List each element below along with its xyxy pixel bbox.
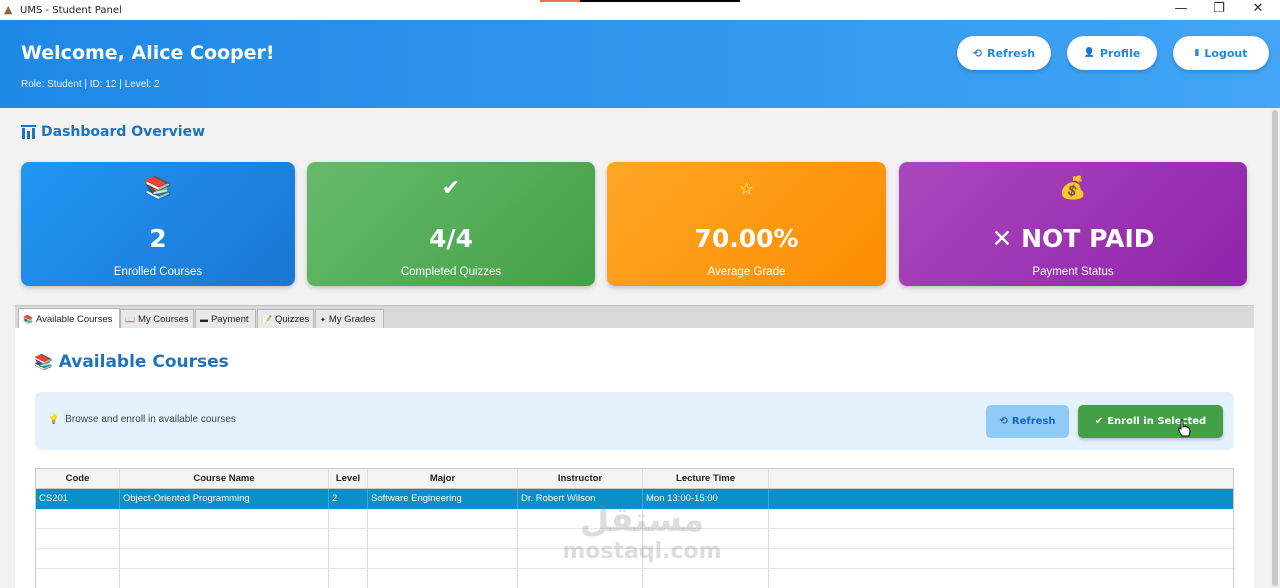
refresh-icon: ⟲ xyxy=(972,46,983,60)
card-label: Completed Quizzes xyxy=(400,266,502,278)
restore-button[interactable]: ❐ xyxy=(1201,0,1237,20)
card-payment-status: 💰 ✕ NOT PAID Payment Status xyxy=(899,162,1247,286)
tab-quizzes[interactable]: 📝 Quizzes xyxy=(257,309,314,329)
dashboard-title-text: Dashboard Overview xyxy=(41,124,206,140)
cell-code: CS201 xyxy=(36,489,120,509)
cell-major: Software Engineering xyxy=(368,489,518,509)
col-header-filler xyxy=(769,469,1233,489)
checkmark-icon: ✔ xyxy=(1094,416,1104,427)
close-button[interactable]: ✕ xyxy=(1240,0,1276,20)
col-header-course-name[interactable]: Course Name xyxy=(120,469,329,489)
tab-bar: 📚 Available Courses 📖 My Courses ▬ Payme… xyxy=(15,305,1254,329)
watermark-url: mostaql.com xyxy=(562,539,722,564)
vertical-scrollbar[interactable] xyxy=(1270,108,1280,588)
col-header-code[interactable]: Code xyxy=(36,469,120,489)
header-refresh-button[interactable]: ⟲ Refresh xyxy=(957,36,1051,70)
star-icon: ☆ xyxy=(739,179,754,198)
window-title-bar: ▲ UMS - Student Panel — ❐ ✕ xyxy=(0,0,1280,20)
welcome-header: Welcome, Alice Cooper! Role: Student | I… xyxy=(0,20,1280,108)
tab-label: Available Courses xyxy=(35,313,113,325)
tab-my-courses[interactable]: 📖 My Courses xyxy=(120,309,194,329)
profile-label: Profile xyxy=(1099,46,1141,60)
scrollbar-thumb[interactable] xyxy=(1272,110,1278,586)
chart-bars-icon xyxy=(21,125,36,139)
title-progress-strip xyxy=(540,0,740,2)
logout-label: Logout xyxy=(1204,46,1248,60)
window-title: UMS - Student Panel xyxy=(20,4,122,16)
header-refresh-label: Refresh xyxy=(987,46,1036,60)
card-value: ✕ NOT PAID xyxy=(991,224,1155,253)
card-completed-quizzes: ✔ 4/4 Completed Quizzes xyxy=(307,162,595,286)
col-header-lecture-time[interactable]: Lecture Time xyxy=(643,469,769,489)
card-value: 2 xyxy=(149,224,167,253)
checkmark-icon: ✔ xyxy=(441,176,461,201)
money-bag-icon: 💰 xyxy=(1059,176,1087,201)
books-icon: 📚 xyxy=(34,353,53,371)
books-icon: 📚 xyxy=(144,176,172,201)
cell-filler xyxy=(769,489,1233,509)
watermark-arabic: مستقل xyxy=(579,500,705,540)
refresh-icon: ⟲ xyxy=(999,416,1008,427)
logout-button[interactable]: ▮ Logout xyxy=(1173,36,1269,70)
enroll-selected-button[interactable]: ✔ Enroll in Selected xyxy=(1078,405,1223,438)
minimize-button[interactable]: — xyxy=(1163,0,1199,20)
tab-label: My Courses xyxy=(137,314,189,325)
info-text: 💡 Browse and enroll in available courses xyxy=(48,414,236,425)
card-enrolled-courses: 📚 2 Enrolled Courses xyxy=(21,162,295,286)
user-icon: 👤 xyxy=(1083,48,1095,58)
tab-label: My Grades xyxy=(328,314,376,325)
watermark: مستقل mostaql.com xyxy=(562,500,722,564)
courses-refresh-button[interactable]: ⟲ Refresh xyxy=(986,405,1069,438)
table-row xyxy=(36,569,1233,588)
hand-cursor-icon xyxy=(1178,419,1191,437)
star-icon: ✦ xyxy=(320,316,326,324)
panel-title: 📚 Available Courses xyxy=(34,352,229,372)
tab-label: Quizzes xyxy=(274,314,310,325)
enroll-selected-label: Enroll in Selected xyxy=(1107,416,1207,427)
tab-available-courses[interactable]: 📚 Available Courses xyxy=(18,308,120,329)
table-header: Code Course Name Level Major Instructor … xyxy=(36,469,1233,489)
col-header-instructor[interactable]: Instructor xyxy=(518,469,643,489)
card-value: 70.00% xyxy=(694,224,799,253)
card-label: Enrolled Courses xyxy=(113,266,203,278)
lightbulb-icon: 💡 xyxy=(48,414,60,424)
card-label: Average Grade xyxy=(707,266,786,278)
open-book-icon: 📖 xyxy=(125,315,135,324)
books-icon: 📚 xyxy=(23,314,33,324)
panel-title-text: Available Courses xyxy=(58,352,229,372)
col-header-major[interactable]: Major xyxy=(368,469,518,489)
profile-button[interactable]: 👤 Profile xyxy=(1067,36,1157,70)
tab-my-grades[interactable]: ✦ My Grades xyxy=(315,309,384,329)
app-logo-icon: ▲ xyxy=(4,3,13,16)
tab-label: Payment xyxy=(211,314,249,325)
card-value: 4/4 xyxy=(429,224,473,253)
cell-course-name: Object-Oriented Programming xyxy=(120,489,329,509)
col-header-level[interactable]: Level xyxy=(329,469,368,489)
role-info: Role: Student | ID: 12 | Level: 2 xyxy=(21,79,160,90)
card-average-grade: ☆ 70.00% Average Grade xyxy=(607,162,886,286)
info-bar: 💡 Browse and enroll in available courses… xyxy=(35,392,1234,450)
memo-icon: 📝 xyxy=(262,315,272,324)
card-icon: ▬ xyxy=(200,315,208,324)
courses-refresh-label: Refresh xyxy=(1011,416,1056,427)
card-label: Payment Status xyxy=(1032,266,1114,278)
welcome-text: Welcome, Alice Cooper! xyxy=(21,42,275,64)
logout-icon: ▮ xyxy=(1194,48,1200,58)
dashboard-title: Dashboard Overview xyxy=(21,124,205,140)
cell-level: 2 xyxy=(329,489,368,509)
info-message: Browse and enroll in available courses xyxy=(65,414,236,425)
tab-payment[interactable]: ▬ Payment xyxy=(195,309,256,329)
